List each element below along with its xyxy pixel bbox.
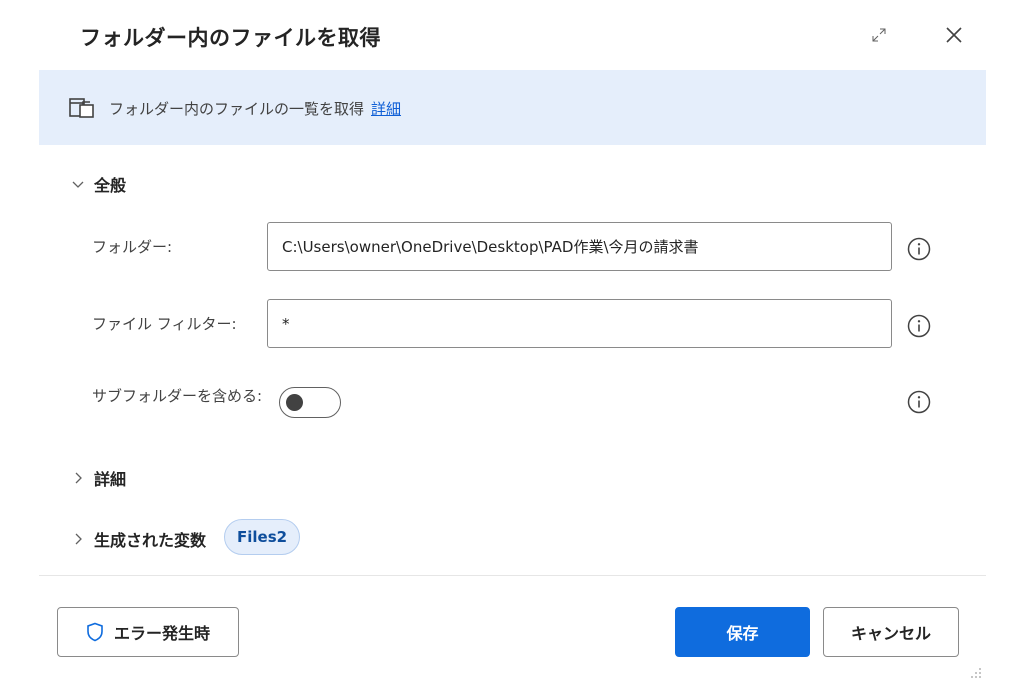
section-general-header[interactable]: 全般 [70, 172, 126, 196]
info-icon[interactable] [906, 236, 932, 262]
section-variables-header[interactable]: 生成された変数 [70, 527, 206, 551]
section-general-label: 全般 [94, 176, 127, 195]
file-filter-label: ファイル フィルター: [92, 315, 237, 333]
dialog-title: フォルダー内のファイルを取得 [80, 26, 381, 50]
cancel-button[interactable]: キャンセル [823, 607, 959, 657]
variable-badge[interactable]: Files2 [224, 519, 301, 555]
close-button[interactable] [938, 20, 970, 50]
banner-text: フォルダー内のファイルの一覧を取得 [109, 100, 365, 118]
expand-icon [872, 28, 886, 42]
folder-field[interactable]: C:\Users\owner\OneDrive\Desktop\PAD作業\今月… [267, 222, 892, 271]
toggle-knob [286, 394, 303, 411]
folder-files-icon [69, 98, 94, 118]
shield-icon [87, 622, 103, 642]
details-link[interactable]: 詳細 [371, 98, 401, 119]
resize-grip-icon[interactable] [968, 665, 982, 679]
chevron-right-icon [75, 533, 82, 545]
folder-label: フォルダー: [92, 238, 173, 256]
save-button[interactable]: 保存 [675, 607, 810, 657]
chevron-down-icon [72, 181, 84, 188]
footer-divider [39, 575, 986, 576]
on-error-button[interactable]: エラー発生時 [57, 607, 239, 657]
info-banner: フォルダー内のファイルの一覧を取得 詳細 [39, 70, 986, 145]
section-details-header[interactable]: 詳細 [70, 466, 126, 490]
section-variables-label: 生成された変数 [94, 531, 207, 550]
folder-value: C:\Users\owner\OneDrive\Desktop\PAD作業\今月… [282, 238, 699, 256]
expand-button[interactable] [864, 20, 894, 50]
file-filter-value: * [282, 314, 290, 333]
close-icon [946, 27, 962, 43]
file-filter-field[interactable]: * [267, 299, 892, 348]
get-files-dialog: フォルダー内のファイルを取得 フォルダー内のファイルの一覧を取得 詳細 全般 フ… [0, 0, 1024, 683]
section-details-label: 詳細 [94, 470, 127, 489]
info-icon[interactable] [906, 389, 932, 415]
info-icon[interactable] [906, 313, 932, 339]
chevron-right-icon [75, 472, 82, 484]
include-subfolders-toggle[interactable] [279, 387, 341, 418]
include-subfolders-label: サブフォルダーを含める: [92, 387, 263, 405]
on-error-label: エラー発生時 [113, 624, 210, 643]
